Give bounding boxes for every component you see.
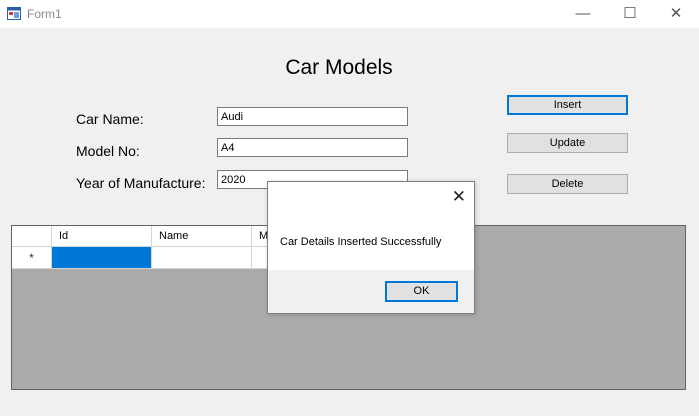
model-no-input[interactable] xyxy=(217,138,408,157)
new-row-header[interactable]: * xyxy=(12,247,52,269)
model-no-label: Model No: xyxy=(76,143,140,159)
dialog-message: Car Details Inserted Successfully xyxy=(280,236,442,248)
grid-cell-id[interactable] xyxy=(52,247,152,269)
column-header-name[interactable]: Name xyxy=(152,226,252,247)
year-label: Year of Manufacture: xyxy=(76,175,206,191)
grid-cell-name[interactable] xyxy=(152,247,252,269)
app-icon xyxy=(7,7,21,20)
message-box-dialog: ✕ Car Details Inserted Successfully OK xyxy=(267,181,475,314)
update-button[interactable]: Update xyxy=(507,133,628,153)
close-window-button[interactable]: ✕ xyxy=(653,0,699,28)
insert-button[interactable]: Insert xyxy=(507,95,628,115)
minimize-button[interactable]: — xyxy=(560,0,606,28)
maximize-button[interactable]: ☐ xyxy=(607,0,653,28)
dialog-close-icon[interactable]: ✕ xyxy=(452,188,466,206)
car-name-input[interactable] xyxy=(217,107,408,126)
dialog-footer: OK xyxy=(268,270,474,313)
form-heading: Car Models xyxy=(285,56,393,79)
car-name-label: Car Name: xyxy=(76,111,144,127)
window-title: Form1 xyxy=(27,7,62,21)
grid-corner-header[interactable] xyxy=(12,226,52,247)
column-header-id[interactable]: Id xyxy=(52,226,152,247)
ok-button[interactable]: OK xyxy=(385,281,458,302)
title-bar: Form1 — ☐ ✕ xyxy=(0,0,699,28)
delete-button[interactable]: Delete xyxy=(507,174,628,194)
